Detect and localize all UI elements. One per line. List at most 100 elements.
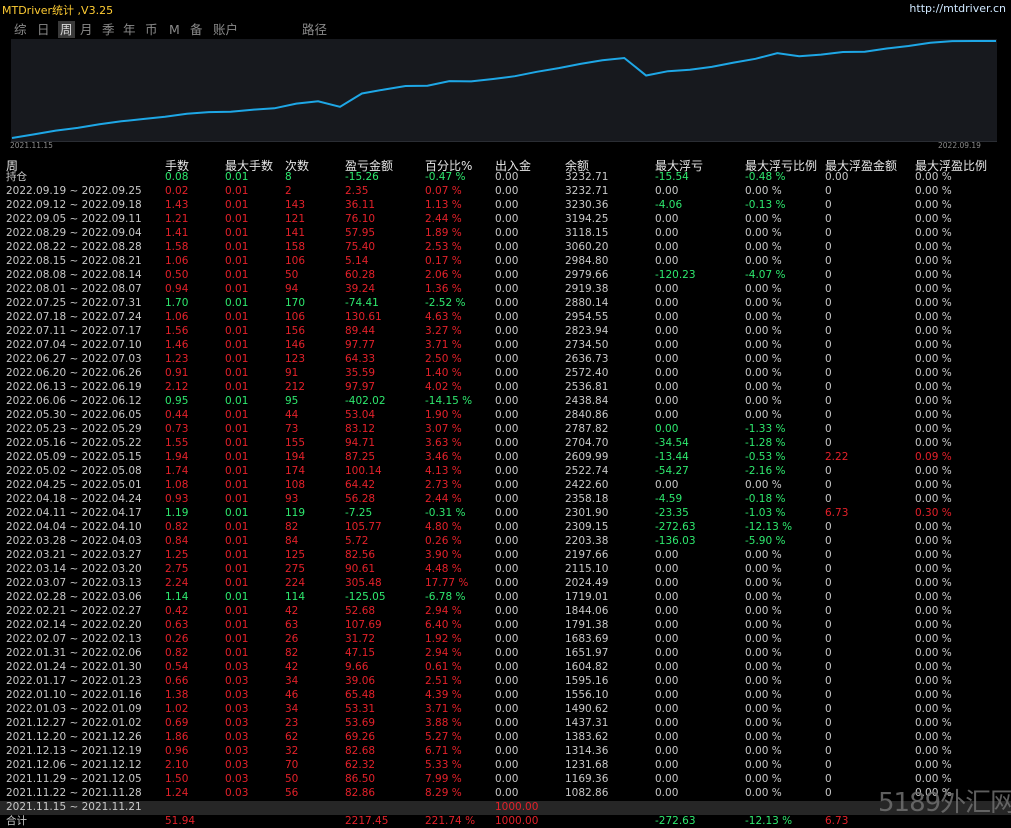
table-row[interactable]: 2022.07.11 ~ 2022.07.17 1.56 0.01 156 89.44 3…: [0, 324, 1011, 338]
tab-9[interactable]: 账户: [213, 21, 238, 38]
cell-period: 2022.07.11 ~ 2022.07.17: [6, 325, 142, 337]
tab-5[interactable]: 年: [123, 21, 136, 38]
table-row[interactable]: 2022.02.28 ~ 2022.03.06 1.14 0.01 114 -125.0…: [0, 590, 1011, 604]
cell-pnl: 60.28: [345, 269, 376, 281]
cell-max-float-profit: 0: [825, 745, 832, 757]
table-row[interactable]: 2022.02.21 ~ 2022.02.27 0.42 0.01 42 52.68 2.…: [0, 604, 1011, 618]
table-row[interactable]: 2022.05.09 ~ 2022.05.15 1.94 0.01 194 87.25 3…: [0, 450, 1011, 464]
table-row[interactable]: 2022.02.14 ~ 2022.02.20 0.63 0.01 63 107.69 6…: [0, 618, 1011, 632]
cell-lots: 0.95: [165, 395, 189, 407]
table-row[interactable]: 2021.11.29 ~ 2021.12.05 1.50 0.03 50 86.50 7.…: [0, 772, 1011, 786]
tab-8[interactable]: 备: [190, 21, 203, 38]
table-row[interactable]: 2022.03.14 ~ 2022.03.20 2.75 0.01 275 90.61 4…: [0, 562, 1011, 576]
cell-count: 32: [285, 745, 299, 757]
cell-pnl: 82.68: [345, 745, 376, 757]
cell-deposit: 0.00: [495, 381, 519, 393]
table-row[interactable]: 2022.03.07 ~ 2022.03.13 2.24 0.01 224 305.48…: [0, 576, 1011, 590]
cell-pnl: 107.69: [345, 619, 382, 631]
table-row[interactable]: 2021.11.15 ~ 2021.11.21 1000.00: [0, 800, 1011, 814]
table-row[interactable]: 2022.07.25 ~ 2022.07.31 1.70 0.01 170 -74.41…: [0, 296, 1011, 310]
table-row[interactable]: 2022.08.08 ~ 2022.08.14 0.50 0.01 50 60.28 2.…: [0, 268, 1011, 282]
table-row[interactable]: 2022.04.18 ~ 2022.04.24 0.93 0.01 93 56.28 2.…: [0, 492, 1011, 506]
cell-lots: 1.56: [165, 325, 189, 337]
equity-chart-panel: [11, 39, 997, 142]
cell-max-float-profit: 0: [825, 493, 832, 505]
cell-max-lots: 0.01: [225, 423, 249, 435]
tab-3[interactable]: 月: [80, 21, 93, 38]
table-row[interactable]: 2022.05.23 ~ 2022.05.29 0.73 0.01 73 83.12 3.…: [0, 422, 1011, 436]
table-row[interactable]: 2022.04.04 ~ 2022.04.10 0.82 0.01 82 105.77 4…: [0, 520, 1011, 534]
table-row[interactable]: 2022.05.02 ~ 2022.05.08 1.74 0.01 174 100.14…: [0, 464, 1011, 478]
cell-max-float-loss: -54.27: [655, 465, 689, 477]
table-row[interactable]: 2021.12.27 ~ 2022.01.02 0.69 0.03 23 53.69 3.…: [0, 716, 1011, 730]
cell-period: 2022.08.15 ~ 2022.08.21: [6, 255, 142, 267]
tab-1[interactable]: 日: [37, 21, 50, 38]
cell-deposit: 0.00: [495, 703, 519, 715]
cell-pnl: 69.26: [345, 731, 376, 743]
table-row[interactable]: 2022.08.15 ~ 2022.08.21 1.06 0.01 106 5.14 0.…: [0, 254, 1011, 268]
table-row[interactable]: 2022.09.19 ~ 2022.09.25 0.02 0.01 2 2.35 0.07…: [0, 184, 1011, 198]
cell-max-lots: 0.01: [225, 605, 249, 617]
table-row[interactable]: 2022.03.21 ~ 2022.03.27 1.25 0.01 125 82.56 3…: [0, 548, 1011, 562]
table-row[interactable]: 2022.01.03 ~ 2022.01.09 1.02 0.03 34 53.31 3.…: [0, 702, 1011, 716]
table-row[interactable]: 2022.01.24 ~ 2022.01.30 0.54 0.03 42 9.66 0.6…: [0, 660, 1011, 674]
cell-deposit: 0.00: [495, 605, 519, 617]
table-row[interactable]: 2022.04.25 ~ 2022.05.01 1.08 0.01 108 64.42 2…: [0, 478, 1011, 492]
cell-count: 50: [285, 269, 299, 281]
table-row[interactable]: 2022.01.31 ~ 2022.02.06 0.82 0.01 82 47.15 2.…: [0, 646, 1011, 660]
cell-period: 2022.01.17 ~ 2022.01.23: [6, 675, 142, 687]
tab-2[interactable]: 周: [58, 21, 75, 38]
cell-max-float-loss: 0.00: [655, 619, 679, 631]
cell-max-float-loss-pct: 0.00 %: [745, 297, 782, 309]
table-row[interactable]: 2021.11.22 ~ 2021.11.28 1.24 0.03 56 82.86 8.…: [0, 786, 1011, 800]
cell-max-lots: 0.03: [225, 703, 249, 715]
table-row[interactable]: 2022.06.06 ~ 2022.06.12 0.95 0.01 95 -402.02…: [0, 394, 1011, 408]
cell-max-float-loss: 0.00: [655, 787, 679, 799]
tab-4[interactable]: 季: [102, 21, 115, 38]
table-row[interactable]: 2021.12.06 ~ 2021.12.12 2.10 0.03 70 62.32 5.…: [0, 758, 1011, 772]
cell-balance: 3232.71: [565, 171, 609, 183]
cell-count: 108: [285, 479, 306, 491]
total-row: 合计 51.94 2217.45 221.74 % 1000.00 -272.63 -12.…: [0, 814, 1011, 828]
cell-max-lots: 0.01: [225, 311, 249, 323]
cell-max-float-loss-pct: -4.07 %: [745, 269, 786, 281]
tab-0[interactable]: 综: [14, 21, 27, 38]
table-row[interactable]: 2022.08.29 ~ 2022.09.04 1.41 0.01 141 57.95 1…: [0, 226, 1011, 240]
table-row[interactable]: 2022.06.13 ~ 2022.06.19 2.12 0.01 212 97.97 4…: [0, 380, 1011, 394]
table-row[interactable]: 2021.12.20 ~ 2021.12.26 1.86 0.03 62 69.26 5.…: [0, 730, 1011, 744]
table-row[interactable]: 2021.12.13 ~ 2021.12.19 0.96 0.03 32 82.68 6.…: [0, 744, 1011, 758]
cell-deposit: 0.00: [495, 213, 519, 225]
table-row[interactable]: 2022.05.30 ~ 2022.06.05 0.44 0.01 44 53.04 1.…: [0, 408, 1011, 422]
table-row[interactable]: 2022.01.17 ~ 2022.01.23 0.66 0.03 34 39.06 2.…: [0, 674, 1011, 688]
table-row[interactable]: 2022.08.22 ~ 2022.08.28 1.58 0.01 158 75.40 2…: [0, 240, 1011, 254]
website-link[interactable]: http://mtdriver.cn: [909, 2, 1006, 15]
cell-max-float-profit-pct: 0.00 %: [915, 423, 952, 435]
table-row[interactable]: 2022.05.16 ~ 2022.05.22 1.55 0.01 155 94.71 3…: [0, 436, 1011, 450]
cell-lots: 2.12: [165, 381, 189, 393]
table-row[interactable]: 2022.02.07 ~ 2022.02.13 0.26 0.01 26 31.72 1.…: [0, 632, 1011, 646]
tab-7[interactable]: M: [169, 21, 180, 38]
cell-max-float-profit-pct: 0.00 %: [915, 549, 952, 561]
table-row[interactable]: 2022.04.11 ~ 2022.04.17 1.19 0.01 119 -7.25 -…: [0, 506, 1011, 520]
table-row[interactable]: 2022.06.27 ~ 2022.07.03 1.23 0.01 123 64.33 2…: [0, 352, 1011, 366]
table-row[interactable]: 2022.09.05 ~ 2022.09.11 1.21 0.01 121 76.10 2…: [0, 212, 1011, 226]
cell-pct: 3.90 %: [425, 549, 462, 561]
cell-max-float-loss-pct: 0.00 %: [745, 577, 782, 589]
table-row[interactable]: 2022.01.10 ~ 2022.01.16 1.38 0.03 46 65.48 4.…: [0, 688, 1011, 702]
cell-max-float-profit-pct: 0.00 %: [915, 605, 952, 617]
cell-pnl: 90.61: [345, 563, 376, 575]
tab-6[interactable]: 币: [145, 21, 158, 38]
cell-pnl: 53.31: [345, 703, 376, 715]
cell-max-float-profit: 0: [825, 353, 832, 365]
cell-max-float-loss: -23.35: [655, 507, 689, 519]
table-row[interactable]: 2022.09.12 ~ 2022.09.18 1.43 0.01 143 36.11 1…: [0, 198, 1011, 212]
tab-10[interactable]: 路径: [302, 21, 327, 38]
holding-row[interactable]: 持仓 0.08 0.01 8 -15.26 -0.47 % 0.00 3232.71 -15.5…: [0, 170, 1011, 184]
cell-max-float-profit-pct: 0.00 %: [915, 325, 952, 337]
table-row[interactable]: 2022.07.04 ~ 2022.07.10 1.46 0.01 146 97.77 3…: [0, 338, 1011, 352]
cell-pnl: 65.48: [345, 689, 376, 701]
table-row[interactable]: 2022.06.20 ~ 2022.06.26 0.91 0.01 91 35.59 1.…: [0, 366, 1011, 380]
table-row[interactable]: 2022.08.01 ~ 2022.08.07 0.94 0.01 94 39.24 1.…: [0, 282, 1011, 296]
table-row[interactable]: 2022.07.18 ~ 2022.07.24 1.06 0.01 106 130.61…: [0, 310, 1011, 324]
table-row[interactable]: 2022.03.28 ~ 2022.04.03 0.84 0.01 84 5.72 0.2…: [0, 534, 1011, 548]
